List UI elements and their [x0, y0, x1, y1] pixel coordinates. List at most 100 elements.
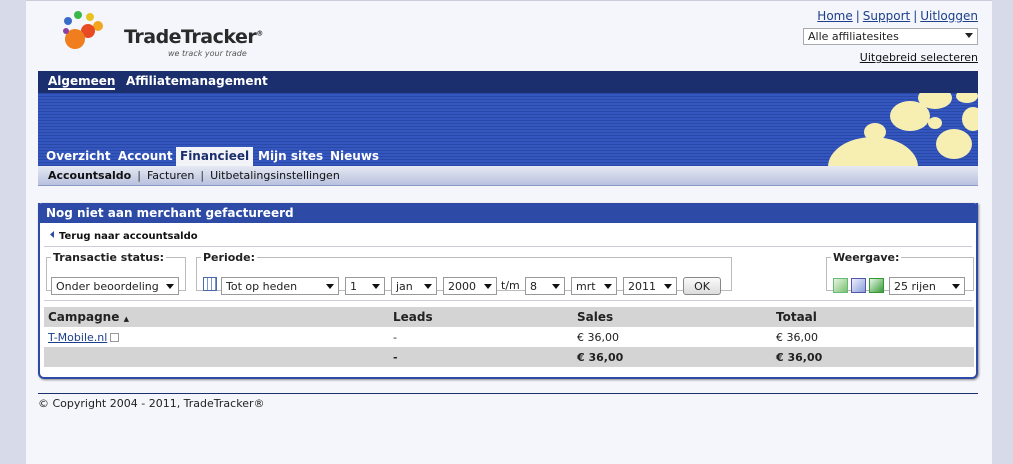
chevron-down-icon [965, 33, 973, 38]
cell-total-sales: € 36,00 [573, 347, 772, 367]
cell-totaal: € 36,00 [776, 330, 818, 344]
affiliate-site-select-value: Alle affiliatesites [808, 30, 899, 43]
table-header-row: Campagne ▲ Leads Sales Totaal [44, 307, 974, 327]
home-link[interactable]: Home [817, 9, 852, 23]
column-header-campagne[interactable]: Campagne ▲ [44, 307, 389, 327]
logo-tagline: we track your trade [168, 49, 247, 58]
periode-legend: Periode: [203, 251, 256, 264]
cell-leads: - [393, 330, 397, 344]
status-legend: Transactie status: [53, 251, 165, 264]
affiliate-site-select[interactable]: Alle affiliatesites [803, 28, 978, 45]
status-select[interactable]: Onder beoordeling [51, 277, 179, 295]
column-header-leads[interactable]: Leads [389, 307, 573, 327]
back-link[interactable]: Terug naar accountsaldo [48, 230, 198, 242]
column-header-sales[interactable]: Sales [573, 307, 772, 327]
topnav-algemeen[interactable]: Algemeen [48, 74, 116, 90]
footer-copyright: © Copyright 2004 - 2011, TradeTracker® [38, 397, 265, 410]
page: TradeTracker® we track your trade Home | S… [26, 0, 992, 464]
tab-mijn-sites[interactable]: Mijn sites [254, 147, 327, 166]
cell-sales: € 36,00 [577, 330, 619, 344]
sub-sub-nav: Accountsaldo | Facturen | Uitbetalingsinstel… [38, 166, 978, 186]
chevron-down-icon [166, 284, 174, 289]
export-icon[interactable] [833, 278, 848, 293]
chevron-down-icon [552, 284, 560, 289]
to-year-value: 2011 [628, 280, 656, 293]
support-link[interactable]: Support [863, 9, 910, 23]
cell-total-label [44, 347, 389, 367]
campaign-link[interactable]: T-Mobile.nl [48, 331, 107, 344]
external-link-icon[interactable] [110, 332, 120, 342]
cell-total-totaal: € 36,00 [772, 347, 974, 367]
from-month-value: jan [396, 280, 413, 293]
chevron-down-icon [664, 284, 672, 289]
ok-button[interactable]: OK [683, 277, 721, 295]
results-table: Campagne ▲ Leads Sales Totaal T-Mobile.n… [44, 307, 974, 367]
back-arrow-icon [50, 231, 54, 238]
status-select-value: Onder beoordeling [56, 280, 159, 293]
back-link-label: Terug naar accountsaldo [59, 231, 198, 242]
to-month-value: mrt [576, 280, 596, 293]
periode-filter: Periode: Tot op heden 1 jan 2000 t/m 8 m… [196, 251, 732, 295]
banner-decoration [962, 107, 978, 131]
rows-per-page-value: 25 rijen [894, 280, 936, 293]
nav-separator: | [200, 169, 205, 182]
from-year-select[interactable]: 2000 [443, 277, 497, 295]
subtab-facturen[interactable]: Facturen [147, 169, 194, 182]
rows-per-page-select[interactable]: 25 rijen [889, 277, 965, 295]
periode-range-value: Tot op heden [226, 280, 298, 293]
chevron-down-icon [604, 284, 612, 289]
chevron-down-icon [424, 284, 432, 289]
main-panel: Nog niet aan merchant gefactureerd Terug… [38, 203, 978, 379]
chevron-down-icon [372, 284, 380, 289]
cell-campagne: T-Mobile.nl [44, 327, 389, 347]
divider [44, 300, 972, 301]
calendar-icon[interactable] [203, 277, 217, 291]
excel-icon[interactable] [869, 278, 884, 293]
tab-account[interactable]: Account [114, 147, 177, 166]
top-nav: Algemeen Affiliatemanagement [38, 71, 978, 93]
from-day-value: 1 [350, 280, 357, 293]
chevron-down-icon [484, 284, 492, 289]
chevron-down-icon [326, 284, 334, 289]
from-day-select[interactable]: 1 [345, 277, 385, 295]
from-year-value: 2000 [448, 280, 476, 293]
tradetracker-logo[interactable]: TradeTracker® we track your trade [58, 9, 263, 61]
weergave-legend: Weergave: [833, 251, 900, 264]
logout-link[interactable]: Uitloggen [920, 9, 978, 23]
date-range-separator: t/m [501, 279, 520, 292]
to-year-select[interactable]: 2011 [623, 277, 677, 295]
weergave-filter: Weergave: 25 rijen [826, 251, 974, 295]
from-month-select[interactable]: jan [391, 277, 437, 295]
subtab-accountsaldo[interactable]: Accountsaldo [48, 169, 131, 182]
cell-total-leads: - [389, 347, 573, 367]
to-day-value: 8 [530, 280, 537, 293]
periode-range-select[interactable]: Tot op heden [221, 277, 339, 295]
nav-separator: | [137, 169, 141, 182]
banner-decoration [928, 117, 942, 129]
tab-nieuws[interactable]: Nieuws [326, 147, 383, 166]
banner-decoration [936, 129, 972, 159]
chevron-down-icon [952, 284, 960, 289]
advanced-select-link[interactable]: Uitgebreid selecteren [860, 51, 978, 64]
panel-title: Nog niet aan merchant gefactureerd [38, 203, 978, 223]
subtab-uitbetalingsinstellingen[interactable]: Uitbetalingsinstellingen [210, 169, 340, 182]
divider [44, 246, 972, 247]
table-row: T-Mobile.nl - € 36,00 € 36,00 [44, 327, 974, 347]
to-month-select[interactable]: mrt [571, 277, 617, 295]
tab-financieel[interactable]: Financieel [176, 147, 254, 166]
column-header-totaal[interactable]: Totaal [772, 307, 974, 327]
logo-text: TradeTracker® [124, 26, 263, 48]
topnav-affiliatemanagement[interactable]: Affiliatemanagement [126, 74, 268, 88]
banner-decoration [828, 137, 918, 166]
top-links: Home | Support | Uitloggen [817, 9, 978, 23]
table-total-row: - € 36,00 € 36,00 [44, 347, 974, 367]
banner-decoration [956, 93, 978, 103]
tab-overzicht[interactable]: Overzicht [42, 147, 115, 166]
footer-divider [38, 393, 978, 394]
status-filter: Transactie status: Onder beoordeling [46, 251, 186, 295]
print-icon[interactable] [851, 278, 866, 293]
to-day-select[interactable]: 8 [525, 277, 565, 295]
banner-decoration [864, 123, 886, 141]
logo-dots-icon [63, 11, 103, 49]
sort-asc-icon: ▲ [123, 315, 129, 323]
